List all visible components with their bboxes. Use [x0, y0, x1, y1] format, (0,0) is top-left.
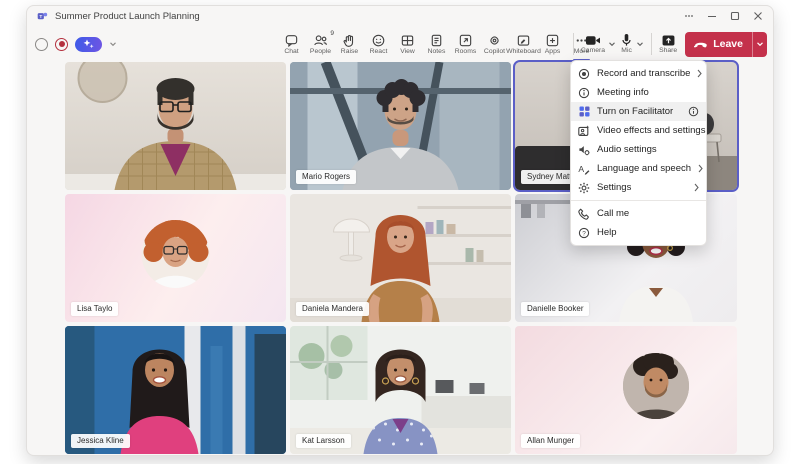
raise-hand-icon	[342, 33, 357, 48]
info-icon	[578, 87, 590, 99]
menu-item-help[interactable]: ? Help	[571, 223, 706, 242]
people-count-badge: 9	[330, 30, 334, 37]
view-button[interactable]: View	[393, 26, 422, 62]
react-button[interactable]: React	[364, 26, 393, 62]
video-tile-allan-munger[interactable]: Allan Munger	[515, 326, 737, 454]
menu-item-call-me[interactable]: Call me	[571, 204, 706, 223]
window-title: Summer Product Launch Planning	[55, 11, 200, 22]
toolbar-divider	[651, 33, 652, 55]
copilot-button[interactable]	[75, 37, 102, 52]
recording-indicator-icon	[55, 38, 68, 51]
share-button[interactable]: Share	[657, 26, 679, 62]
menu-item-language-and-speech[interactable]: A Language and speech	[571, 159, 706, 178]
menu-item-settings[interactable]: Settings	[571, 178, 706, 197]
sparkle-icon	[82, 39, 95, 50]
apps-icon	[545, 33, 560, 48]
audio-settings-icon	[578, 144, 590, 156]
facilitator-icon	[578, 106, 590, 118]
submenu-chevron-icon	[697, 69, 702, 78]
menu-divider	[571, 200, 706, 201]
share-icon	[661, 34, 676, 47]
leave-options-chevron[interactable]	[752, 32, 767, 57]
screen: T Summer Product Launch Planning	[0, 0, 800, 464]
svg-text:A: A	[578, 163, 584, 173]
camera-icon	[585, 34, 601, 47]
more-options-menu: Record and transcribe Meeting info Turn …	[570, 60, 707, 246]
settings-icon	[578, 182, 590, 194]
video-tile-jessica-kline[interactable]: Jessica Kline	[65, 326, 286, 454]
participant-name-label: Danielle Booker	[521, 302, 589, 316]
video-tile-lisa-taylo[interactable]: Lisa Taylo	[65, 194, 286, 322]
video-tile-kat-larsson[interactable]: Kat Larsson	[290, 326, 511, 454]
camera-options-chevron[interactable]	[608, 40, 616, 48]
mic-button[interactable]: Mic	[618, 26, 635, 62]
menu-item-video-effects-and-settings[interactable]: Video effects and settings	[571, 121, 706, 140]
meeting-toolbar: Chat 9 People Raise React View	[27, 26, 773, 62]
copilot-toolbar-button[interactable]: Copilot	[480, 26, 509, 62]
whiteboard-icon	[516, 33, 531, 48]
apps-button[interactable]: Apps	[538, 26, 567, 62]
mic-icon	[620, 33, 633, 47]
facilitator-info-icon[interactable]	[688, 106, 699, 117]
menu-item-turn-on-facilitator[interactable]: Turn on Facilitator	[571, 102, 706, 121]
call-icon	[578, 208, 590, 220]
record-icon	[578, 68, 590, 80]
titlebar: T Summer Product Launch Planning	[27, 6, 773, 26]
video-tile-mario-rogers[interactable]: Mario Rogers	[290, 62, 511, 190]
participant-video	[65, 62, 286, 190]
rooms-icon	[458, 33, 473, 48]
rooms-button[interactable]: Rooms	[451, 26, 480, 62]
hang-up-icon	[694, 39, 708, 49]
teams-logo-icon: T	[37, 11, 48, 22]
teams-meeting-window: T Summer Product Launch Planning	[26, 5, 774, 456]
participant-name-label: Daniela Mandera	[296, 302, 369, 316]
mic-options-chevron[interactable]	[636, 40, 644, 48]
language-icon: A	[578, 163, 590, 175]
react-icon	[371, 33, 386, 48]
help-icon: ?	[578, 227, 590, 239]
meeting-timer-icon[interactable]	[35, 38, 48, 51]
notes-button[interactable]: Notes	[422, 26, 451, 62]
raise-hand-button[interactable]: Raise	[335, 26, 364, 62]
people-icon	[313, 33, 328, 48]
camera-button[interactable]: Camera	[579, 26, 607, 62]
participant-name-label: Allan Munger	[521, 434, 580, 448]
menu-item-record-and-transcribe[interactable]: Record and transcribe	[571, 64, 706, 83]
minimize-icon[interactable]	[700, 6, 723, 26]
video-tile-unnamed[interactable]	[65, 62, 286, 190]
participant-name-label: Mario Rogers	[296, 170, 356, 184]
svg-text:?: ?	[582, 230, 586, 237]
copilot-icon	[487, 33, 502, 48]
whiteboard-button[interactable]: Whiteboard	[509, 26, 538, 62]
participant-name-label: Kat Larsson	[296, 434, 351, 448]
people-button[interactable]: 9 People	[306, 26, 335, 62]
toolbar-divider	[573, 33, 574, 55]
menu-item-meeting-info[interactable]: Meeting info	[571, 83, 706, 102]
leave-button[interactable]: Leave	[685, 32, 767, 57]
menu-item-audio-settings[interactable]: Audio settings	[571, 140, 706, 159]
maximize-icon[interactable]	[723, 6, 746, 26]
window-more-icon[interactable]	[677, 6, 700, 26]
video-effects-icon	[578, 125, 590, 137]
close-icon[interactable]	[746, 6, 769, 26]
chat-button[interactable]: Chat	[277, 26, 306, 62]
svg-text:T: T	[39, 14, 42, 20]
view-icon	[400, 33, 415, 48]
copilot-chevron-icon[interactable]	[109, 40, 117, 48]
submenu-chevron-icon	[694, 183, 699, 192]
participant-name-label: Jessica Kline	[71, 434, 130, 448]
submenu-chevron-icon	[698, 164, 703, 173]
notes-icon	[429, 33, 444, 48]
video-tile-daniela-mandera[interactable]: Daniela Mandera	[290, 194, 511, 322]
chat-icon	[284, 33, 299, 48]
participant-name-label: Lisa Taylo	[71, 302, 118, 316]
